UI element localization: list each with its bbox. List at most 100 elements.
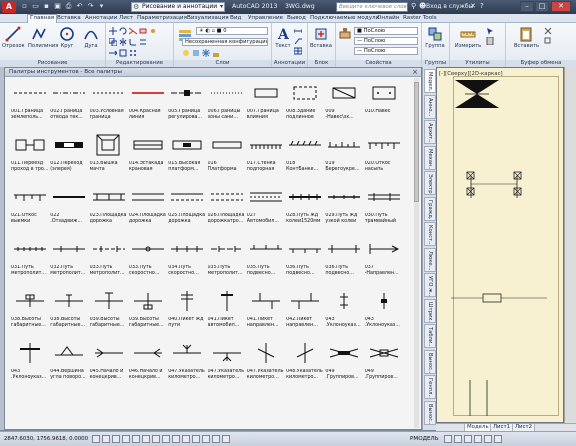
palette-tool-item[interactable]: 035.Путь подвесно... (247, 237, 285, 287)
annotation-visibility-icon[interactable] (454, 435, 462, 443)
selection-cycling-icon[interactable] (222, 435, 230, 443)
ducs-icon[interactable] (172, 435, 180, 443)
array-icon[interactable] (129, 49, 137, 57)
palette-tool-item[interactable]: 027 Автомобил... (247, 185, 285, 235)
palette-tool-item[interactable]: 047.Указатель километро... (168, 341, 206, 391)
palette-tool-item[interactable]: 049 .Группиров... (365, 341, 403, 391)
redo-icon[interactable]: ↷ (86, 2, 95, 11)
palette-tool-item[interactable]: 005.Граница регулирова... (168, 81, 206, 131)
palette-tool-item[interactable]: 033.Путь метрополит... (90, 237, 128, 287)
utilities-panel-title[interactable]: Утилиты (450, 60, 505, 67)
cut-icon[interactable] (544, 27, 552, 35)
fullscreen-icon[interactable] (494, 435, 502, 443)
scale-icon[interactable] (119, 49, 127, 57)
model-space-toggle[interactable]: РМОДЕЛЬ (410, 436, 439, 442)
palette-tab[interactable]: Штрих... (424, 298, 436, 323)
erase-icon[interactable] (139, 27, 147, 35)
rotate-icon[interactable] (119, 27, 127, 35)
undo-icon[interactable]: ↶ (75, 2, 84, 11)
app-logo-icon[interactable]: A (2, 1, 16, 13)
palette-tool-item[interactable]: 049 .Группиров... (325, 341, 363, 391)
palette-tool-item[interactable]: 044.Вершина угла поворо... (50, 341, 88, 391)
palette-tool-item[interactable]: 037 -Направлен... (365, 237, 403, 287)
offset-icon[interactable] (139, 38, 147, 46)
palette-tab[interactable]: Генпл... (424, 375, 436, 399)
palette-tool-item[interactable]: 047.Указатель километро... (208, 341, 246, 391)
palette-tool-item[interactable]: 048.Указатель километро... (286, 341, 324, 391)
lineweight-icon[interactable] (192, 435, 200, 443)
otrack-icon[interactable] (162, 435, 170, 443)
quick-select-icon[interactable] (486, 27, 494, 35)
palette-tab[interactable]: Люке... (424, 247, 436, 272)
palette-tool-item[interactable]: 020.Откос насыпь (365, 133, 403, 183)
fillet-icon[interactable] (129, 38, 137, 46)
palette-tool-item[interactable]: 038.Высоты габаритные... (11, 289, 49, 339)
palette-tool-item[interactable]: 008.Здание подлинное (286, 81, 324, 131)
palette-tab[interactable]: Модел... (424, 69, 436, 93)
palette-tool-item[interactable]: 035.Путь метрополит... (208, 237, 246, 287)
layer-dropdown[interactable]: ☀ ◐ ▫ ■ 0 (196, 27, 268, 35)
palette-tab[interactable]: Механ... (424, 145, 436, 170)
layer-lock-icon[interactable] (212, 49, 220, 57)
layer-iso-icon[interactable] (192, 49, 200, 57)
palette-tool-item[interactable]: 012.Переход (элерея) (50, 133, 88, 183)
palette-tool-item[interactable]: 039.Высоты габаритные... (90, 289, 128, 339)
group-button[interactable]: Группа (424, 26, 446, 49)
palette-tool-item[interactable]: 041.Пикет автомобил... (208, 289, 246, 339)
text-button[interactable]: A Текст (274, 26, 292, 49)
palette-tool-item[interactable]: 009 -Навес\зх... (325, 81, 363, 131)
palette-tool-item[interactable]: 031.Путь метрополит... (11, 237, 49, 287)
polar-icon[interactable] (132, 435, 140, 443)
clipboard-panel-title[interactable]: Буфер обмена (506, 60, 576, 67)
palette-tool-item[interactable]: 010.Навес (365, 81, 403, 131)
palette-tab[interactable]: Электр... (424, 171, 436, 195)
search-input[interactable]: Введите ключевое слово/фразу (336, 2, 408, 12)
viewport-scale-icon[interactable] (444, 435, 452, 443)
layer-off-icon[interactable] (182, 49, 190, 57)
palette-tool-item[interactable]: 015.Высокая платформ... (168, 133, 206, 183)
infer-constraints-icon[interactable] (92, 435, 100, 443)
palette-tool-item[interactable]: 024.Площадка дорожка трот... (129, 185, 167, 235)
arc-button[interactable]: Дуга (80, 26, 102, 49)
palette-tab[interactable]: УГО ж... (424, 273, 436, 297)
palette-tool-item[interactable]: 042.Пикет направлен... (286, 289, 324, 339)
ortho-icon[interactable] (122, 435, 130, 443)
match-properties-icon[interactable] (339, 27, 351, 39)
properties-panel-title[interactable]: Свойства (336, 60, 421, 67)
search-icon[interactable]: ⚲ (411, 2, 416, 10)
explode-icon[interactable] (149, 27, 157, 35)
tab-view[interactable]: Вид (230, 15, 241, 21)
palette-tab[interactable]: Анно... (424, 94, 436, 119)
transparency-icon[interactable] (202, 435, 210, 443)
lock-icon[interactable] (474, 435, 482, 443)
palette-tool-item[interactable]: 003.Условная граница (90, 81, 128, 131)
palette-tab[interactable]: Вынос... (424, 349, 436, 374)
move-icon[interactable] (109, 27, 117, 35)
palette-tool-item[interactable]: 045.Начало и конецкрив... (90, 341, 128, 391)
palette-tool-item[interactable]: 014.Эстакада крановая (129, 133, 167, 183)
groups-panel-title[interactable]: Группы (422, 60, 449, 67)
annotation-panel-title[interactable]: Аннотации (272, 60, 307, 67)
tab-online[interactable]: Онлайн (377, 15, 399, 21)
palette-tool-item[interactable]: 026.Площадка дорожкатро... (208, 185, 246, 235)
palette-tool-item[interactable]: 036.Путь подвесно... (325, 237, 363, 287)
paste-button[interactable]: Вставить (514, 26, 539, 49)
palette-tool-item[interactable]: 043 .Уклоноуказ... (11, 341, 49, 391)
tab-layout[interactable]: Лист (119, 15, 133, 21)
help-icon[interactable]: ? (480, 2, 484, 10)
circle-button[interactable]: Круг (56, 26, 78, 49)
palette-tool-item[interactable]: 032.Путь метрополит... (50, 237, 88, 287)
linetype-dropdown[interactable]: — ПоСлою (354, 47, 418, 55)
palette-tool-item[interactable]: 028.Путь жд колеи1520мм (286, 185, 324, 235)
palette-tab[interactable]: Конст... (424, 222, 436, 246)
palette-tool-item[interactable]: 038.Высоты габаритные... (50, 289, 88, 339)
draw-panel-title[interactable]: Рисование (0, 60, 105, 67)
qat-dropdown-icon[interactable]: ▾ (97, 2, 106, 11)
tab-manage[interactable]: Управление (248, 15, 283, 21)
palette-tool-item[interactable]: 043 .Уклоноуказ... (365, 289, 403, 339)
drawing-area[interactable]: [-][Сверху][2D-каркас] (436, 67, 564, 423)
measure-button[interactable]: Измерить (454, 26, 482, 49)
palette-tab[interactable]: Табли... (424, 324, 436, 348)
palette-tool-item[interactable]: 033.Путь скоростно... (129, 237, 167, 287)
dimension-icon[interactable] (294, 27, 302, 35)
